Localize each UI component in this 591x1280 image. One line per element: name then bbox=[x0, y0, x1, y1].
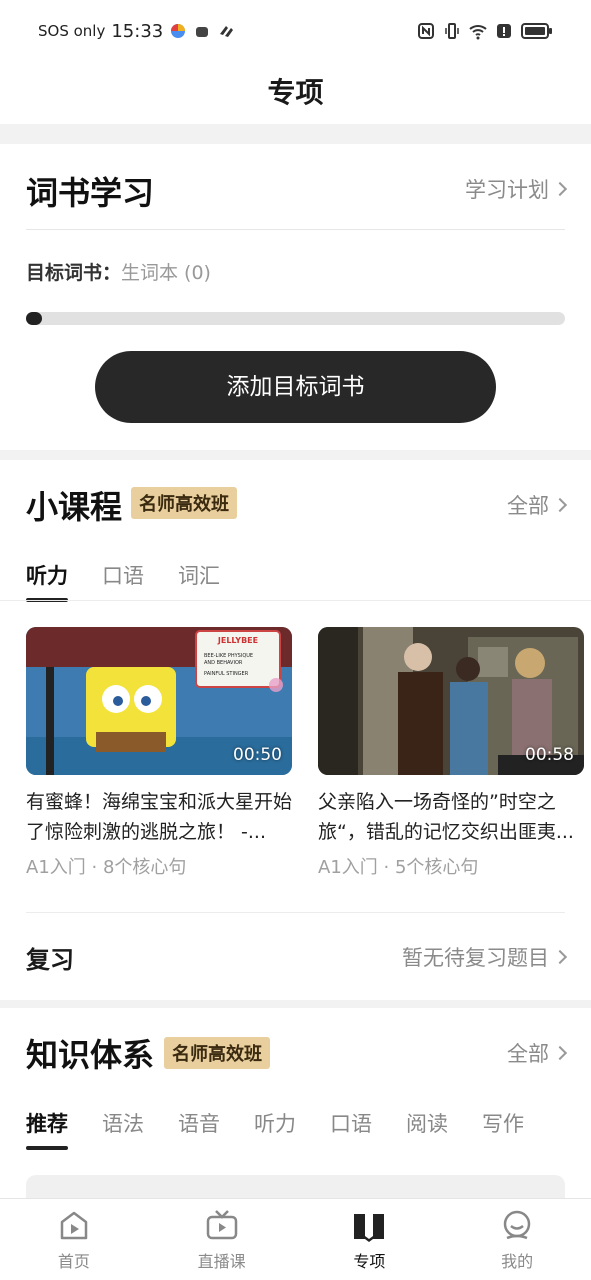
app-notification-icon-2 bbox=[220, 26, 234, 37]
word-progress-fill bbox=[26, 312, 42, 325]
chevron-right-icon bbox=[552, 181, 568, 197]
vibrate-icon bbox=[445, 23, 459, 39]
premium-badge: 名师高效班 bbox=[164, 1037, 270, 1069]
study-plan-label: 学习计划 bbox=[465, 178, 549, 202]
knowledge-title: 知识体系 bbox=[26, 1036, 155, 1074]
clock: 15:33 bbox=[111, 20, 164, 42]
video-meta: A1入门 · 8个核心句 bbox=[26, 857, 187, 878]
video-title: 有蜜蜂！海绵宝宝和派大星开始了惊险刺激的逃脱之旅！ -... bbox=[26, 791, 292, 843]
course-tabs: 听力 口语 词汇 bbox=[26, 560, 220, 602]
sign-line-3: PAINFUL STINGER bbox=[204, 671, 249, 677]
video-thumbnail[interactable]: 00:58 bbox=[318, 627, 584, 775]
target-book-row[interactable]: 目标词书：生词本 (0) bbox=[26, 258, 211, 285]
page-title: 专项 bbox=[0, 62, 591, 124]
review-status: 暂无待复习题目 bbox=[402, 946, 549, 970]
premium-badge: 名师高效班 bbox=[131, 487, 237, 519]
carrier-text: SOS only bbox=[38, 22, 106, 40]
word-progress-bar bbox=[26, 312, 565, 325]
mini-course-all-link[interactable]: 全部 bbox=[507, 490, 568, 520]
nav-profile[interactable]: 我的 bbox=[443, 1199, 591, 1280]
tv-icon bbox=[206, 1209, 237, 1239]
nav-special[interactable]: 专项 bbox=[296, 1199, 444, 1280]
knowledge-card: 知识体系 名师高效班 全部 推荐 语法 语音 听力 口语 阅读 写作 bbox=[0, 1008, 591, 1215]
review-title[interactable]: 复习 bbox=[26, 940, 74, 975]
nav-special-label: 专项 bbox=[353, 1251, 386, 1271]
mini-course-title: 小课程 bbox=[26, 488, 123, 526]
tab-speaking[interactable]: 口语 bbox=[330, 1108, 372, 1150]
tab-speaking[interactable]: 口语 bbox=[102, 560, 144, 602]
home-play-icon bbox=[60, 1211, 88, 1239]
tab-vocabulary[interactable]: 词汇 bbox=[178, 560, 220, 602]
all-label: 全部 bbox=[507, 494, 549, 518]
nav-live[interactable]: 直播课 bbox=[148, 1199, 296, 1280]
nav-profile-label: 我的 bbox=[501, 1251, 534, 1271]
knowledge-all-link[interactable]: 全部 bbox=[507, 1038, 568, 1068]
profile-icon bbox=[503, 1210, 531, 1239]
tab-recommended[interactable]: 推荐 bbox=[26, 1108, 68, 1150]
video-card[interactable]: JELLYBEE BEE-LIKE PHYSIQUE AND BEHAVIOR … bbox=[26, 627, 292, 879]
study-plan-link[interactable]: 学习计划 bbox=[465, 174, 568, 204]
divider bbox=[26, 229, 565, 230]
tab-listening[interactable]: 听力 bbox=[254, 1108, 296, 1150]
sign-line-1: BEE-LIKE PHYSIQUE bbox=[204, 653, 253, 659]
nfc-icon bbox=[418, 23, 434, 39]
bottom-nav: 首页 直播课 专项 我的 bbox=[0, 1198, 591, 1280]
video-thumbnail[interactable]: JELLYBEE BEE-LIKE PHYSIQUE AND BEHAVIOR … bbox=[26, 627, 292, 775]
chevron-right-icon bbox=[552, 1045, 568, 1061]
tabs-divider bbox=[0, 600, 591, 601]
knowledge-tabs: 推荐 语法 语音 听力 口语 阅读 写作 bbox=[26, 1108, 524, 1150]
all-label: 全部 bbox=[507, 1042, 549, 1066]
video-meta: A1入门 · 5个核心句 bbox=[318, 857, 479, 878]
video-level: A1入门 bbox=[318, 857, 378, 878]
sign-heading: JELLYBEE bbox=[217, 636, 258, 645]
alert-icon bbox=[497, 24, 511, 38]
video-duration: 00:50 bbox=[233, 745, 282, 765]
nav-home-label: 首页 bbox=[57, 1251, 90, 1271]
target-book-label: 目标词书： bbox=[26, 262, 122, 284]
mini-course-card: 小课程 名师高效班 全部 听力 口语 词汇 JELLYBEE BEE-LIKE … bbox=[0, 460, 591, 1000]
chevron-right-icon bbox=[552, 497, 568, 513]
wifi-icon bbox=[469, 25, 487, 40]
word-book-title: 词书学习 bbox=[26, 174, 155, 212]
nav-live-label: 直播课 bbox=[197, 1251, 246, 1271]
video-duration: 00:58 bbox=[525, 745, 574, 765]
video-level: A1入门 bbox=[26, 857, 86, 878]
add-target-book-button[interactable]: 添加目标词书 bbox=[95, 351, 496, 423]
chevron-right-icon bbox=[552, 949, 568, 965]
tab-grammar[interactable]: 语法 bbox=[102, 1108, 144, 1150]
tab-reading[interactable]: 阅读 bbox=[406, 1108, 448, 1150]
review-status-link[interactable]: 暂无待复习题目 bbox=[402, 942, 568, 972]
status-bar: SOS only 15:33 bbox=[0, 0, 591, 62]
battery-icon bbox=[521, 23, 552, 39]
video-sentence-count: 5个核心句 bbox=[394, 857, 479, 878]
tab-listening[interactable]: 听力 bbox=[26, 560, 68, 602]
android-notification-icon bbox=[196, 27, 209, 37]
nav-home[interactable]: 首页 bbox=[0, 1199, 148, 1280]
book-icon bbox=[354, 1213, 385, 1242]
tab-writing[interactable]: 写作 bbox=[482, 1108, 524, 1150]
tab-pronunciation[interactable]: 语音 bbox=[178, 1108, 220, 1150]
target-book-value: 生词本 (0) bbox=[121, 262, 211, 284]
review-divider bbox=[26, 912, 565, 913]
word-book-card: 词书学习 学习计划 目标词书：生词本 (0) 添加目标词书 bbox=[0, 144, 591, 450]
video-sentence-count: 8个核心句 bbox=[102, 857, 187, 878]
sign-line-2: AND BEHAVIOR bbox=[204, 660, 243, 666]
video-title: 父亲陷入一场奇怪的”时空之旅“，错乱的记忆交织出匪夷... bbox=[318, 791, 574, 843]
video-card[interactable]: 00:58 父亲陷入一场奇怪的”时空之旅“，错乱的记忆交织出匪夷... A1入门… bbox=[318, 627, 584, 879]
app-notification-icon bbox=[171, 24, 186, 38]
